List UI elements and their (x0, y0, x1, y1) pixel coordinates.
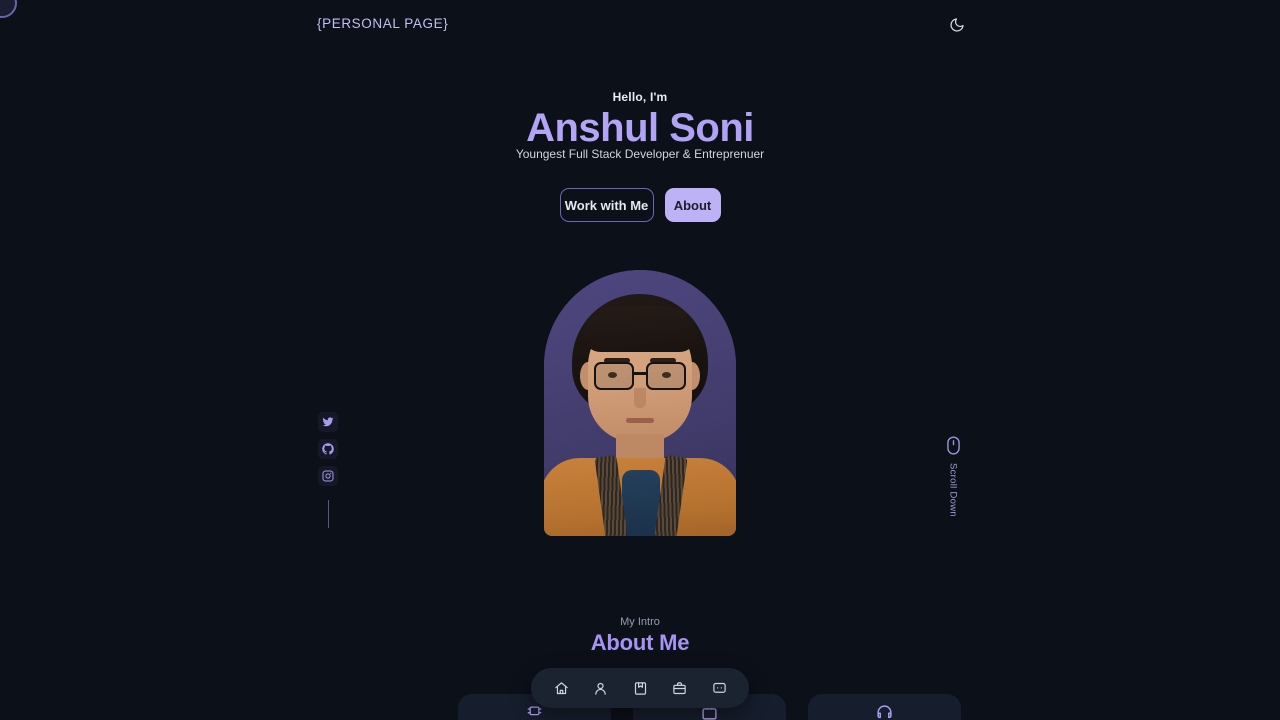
hero-tagline: Youngest Full Stack Developer & Entrepre… (515, 147, 765, 161)
page-root: {PERSONAL PAGE} Hello, I'm Anshul Soni Y… (0, 0, 1280, 720)
portrait-photo (544, 270, 736, 536)
brand-logo[interactable]: {PERSONAL PAGE} (317, 16, 448, 31)
nav-item-about[interactable] (591, 678, 611, 698)
social-rail-line (327, 500, 329, 528)
scroll-down-label: Scroll Down (947, 463, 959, 517)
social-rail (318, 412, 338, 528)
scroll-down-indicator[interactable]: Scroll Down (942, 436, 964, 517)
about-subtitle: My Intro (620, 616, 660, 628)
bottom-navigation (531, 668, 749, 708)
about-card-headphones[interactable] (808, 694, 961, 720)
mouse-scroll-icon (946, 436, 960, 455)
twitter-icon[interactable] (318, 412, 338, 432)
nav-item-home[interactable] (551, 678, 571, 698)
hero-cta-row: Work with Me About (0, 188, 1280, 222)
headphones-icon (876, 704, 893, 720)
work-with-me-button[interactable]: Work with Me (559, 188, 654, 222)
instagram-icon[interactable] (318, 466, 338, 486)
award-icon (527, 704, 542, 719)
nav-item-portfolio[interactable] (670, 678, 690, 698)
nav-item-skills[interactable] (630, 678, 650, 698)
hero-name: Anshul Soni (0, 106, 1280, 151)
moon-icon[interactable] (948, 16, 966, 34)
nav-item-contact[interactable] (709, 678, 729, 698)
site-header: {PERSONAL PAGE} (0, 0, 1280, 48)
about-button[interactable]: About (664, 188, 721, 222)
github-icon[interactable] (318, 439, 338, 459)
hero-greeting: Hello, I'm (612, 90, 668, 104)
about-title: About Me (590, 630, 690, 655)
